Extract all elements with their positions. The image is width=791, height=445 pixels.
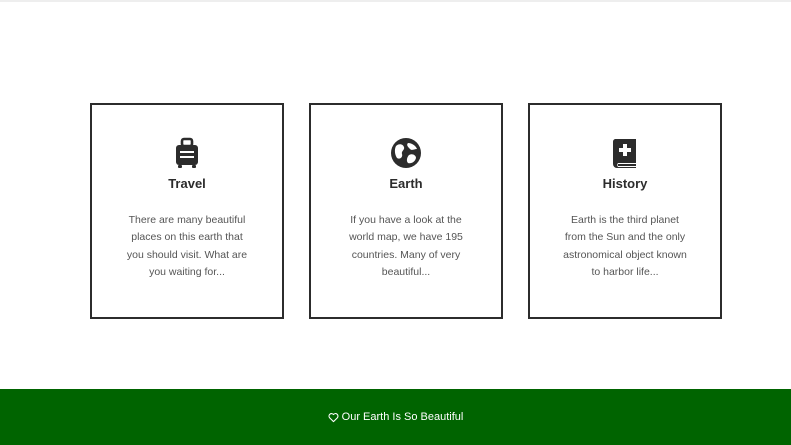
card-title: History [602, 176, 648, 191]
suitcase-icon [171, 137, 203, 169]
card-description: If you have a look at the world map, we … [349, 214, 463, 278]
footer-bar: Our Earth Is So Beautiful [0, 389, 791, 445]
top-divider [0, 0, 791, 2]
card-travel: Travel There are many beautiful places o… [90, 103, 284, 319]
footer-text: Our Earth Is So Beautiful [341, 411, 464, 423]
heart-icon [328, 412, 339, 423]
card-description: There are many beautiful places on this … [126, 214, 248, 278]
card-history: History Earth is the third planet from t… [528, 103, 722, 319]
card-earth: Earth If you have a look at the world ma… [309, 103, 503, 319]
book-medical-icon [609, 137, 641, 169]
card-description: Earth is the third planet from the Sun a… [563, 214, 687, 278]
globe-icon [390, 137, 422, 169]
card-grid: Travel There are many beautiful places o… [90, 103, 722, 319]
card-title: Earth [389, 176, 423, 191]
page: Travel There are many beautiful places o… [0, 0, 791, 445]
card-title: Travel [168, 176, 206, 191]
